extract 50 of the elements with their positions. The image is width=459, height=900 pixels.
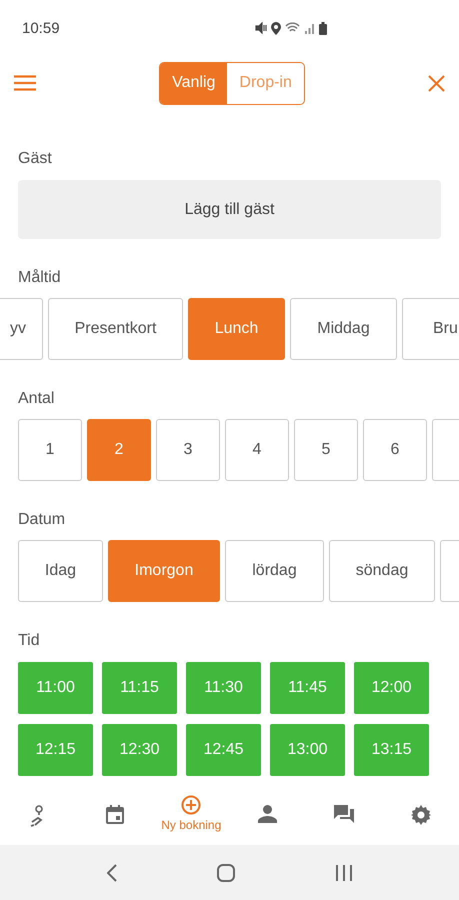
count-option[interactable]: 3 xyxy=(156,419,220,481)
section-label: Tid xyxy=(17,631,41,651)
calendar-icon xyxy=(106,805,124,824)
section-label: Antal xyxy=(17,389,56,409)
meal-option[interactable]: Lunch xyxy=(188,298,285,360)
section-label: Måltid xyxy=(17,268,62,288)
person-icon xyxy=(258,805,278,823)
menu-icon[interactable] xyxy=(14,75,36,91)
back-icon[interactable] xyxy=(106,864,116,882)
time-slot-button[interactable]: 11:00 xyxy=(18,662,93,714)
time-slot-button[interactable]: 12:15 xyxy=(18,724,93,776)
home-icon[interactable] xyxy=(216,864,234,882)
time-slot-button[interactable]: 11:15 xyxy=(102,662,177,714)
nav-tab[interactable]: Ny bokning xyxy=(153,791,230,841)
time-slot-button[interactable]: 11:30 xyxy=(186,662,261,714)
mode-tab[interactable]: Vanlig xyxy=(160,62,228,104)
date-option[interactable]: Idag xyxy=(18,540,103,602)
recents-icon[interactable] xyxy=(334,864,352,880)
section-label: Datum xyxy=(17,510,66,530)
nav-label: Ny bokning xyxy=(161,818,222,832)
meal-option[interactable]: Presentkort xyxy=(48,298,183,360)
add-guest-button[interactable]: Lägg till gäst xyxy=(18,180,441,239)
close-icon[interactable] xyxy=(428,74,445,92)
count-option[interactable]: 2 xyxy=(87,419,151,481)
count-option[interactable]: 4 xyxy=(225,419,289,481)
chat-icon xyxy=(334,805,354,823)
section-label: Gäst xyxy=(17,149,53,169)
mute-icon xyxy=(255,22,267,34)
add-icon xyxy=(181,795,202,815)
location-icon xyxy=(271,22,281,34)
time-slot-button[interactable]: 12:45 xyxy=(186,724,261,776)
time-slot-button[interactable]: 11:45 xyxy=(270,662,345,714)
settings-icon xyxy=(410,805,431,825)
date-option[interactable]: Imorgon xyxy=(108,540,220,602)
signal-icon xyxy=(304,22,315,34)
count-option[interactable]: 5 xyxy=(294,419,358,481)
time-slot-button[interactable]: 13:15 xyxy=(354,724,429,776)
status-time: 10:59 xyxy=(22,20,60,36)
time-slot-button[interactable]: 12:30 xyxy=(102,724,177,776)
date-option[interactable]: lördag xyxy=(225,540,324,602)
meal-option[interactable]: Bru xyxy=(402,298,459,360)
time-slot-button[interactable]: 13:00 xyxy=(270,724,345,776)
wifi-icon xyxy=(285,22,300,34)
battery-icon xyxy=(319,22,327,34)
meal-option[interactable]: Middag xyxy=(290,298,397,360)
meal-option[interactable]: yv xyxy=(0,298,43,360)
count-option[interactable]: 1 xyxy=(18,419,82,481)
time-slot-button[interactable]: 12:00 xyxy=(354,662,429,714)
count-option[interactable]: 6 xyxy=(363,419,427,481)
date-option[interactable]: söndag xyxy=(329,540,435,602)
